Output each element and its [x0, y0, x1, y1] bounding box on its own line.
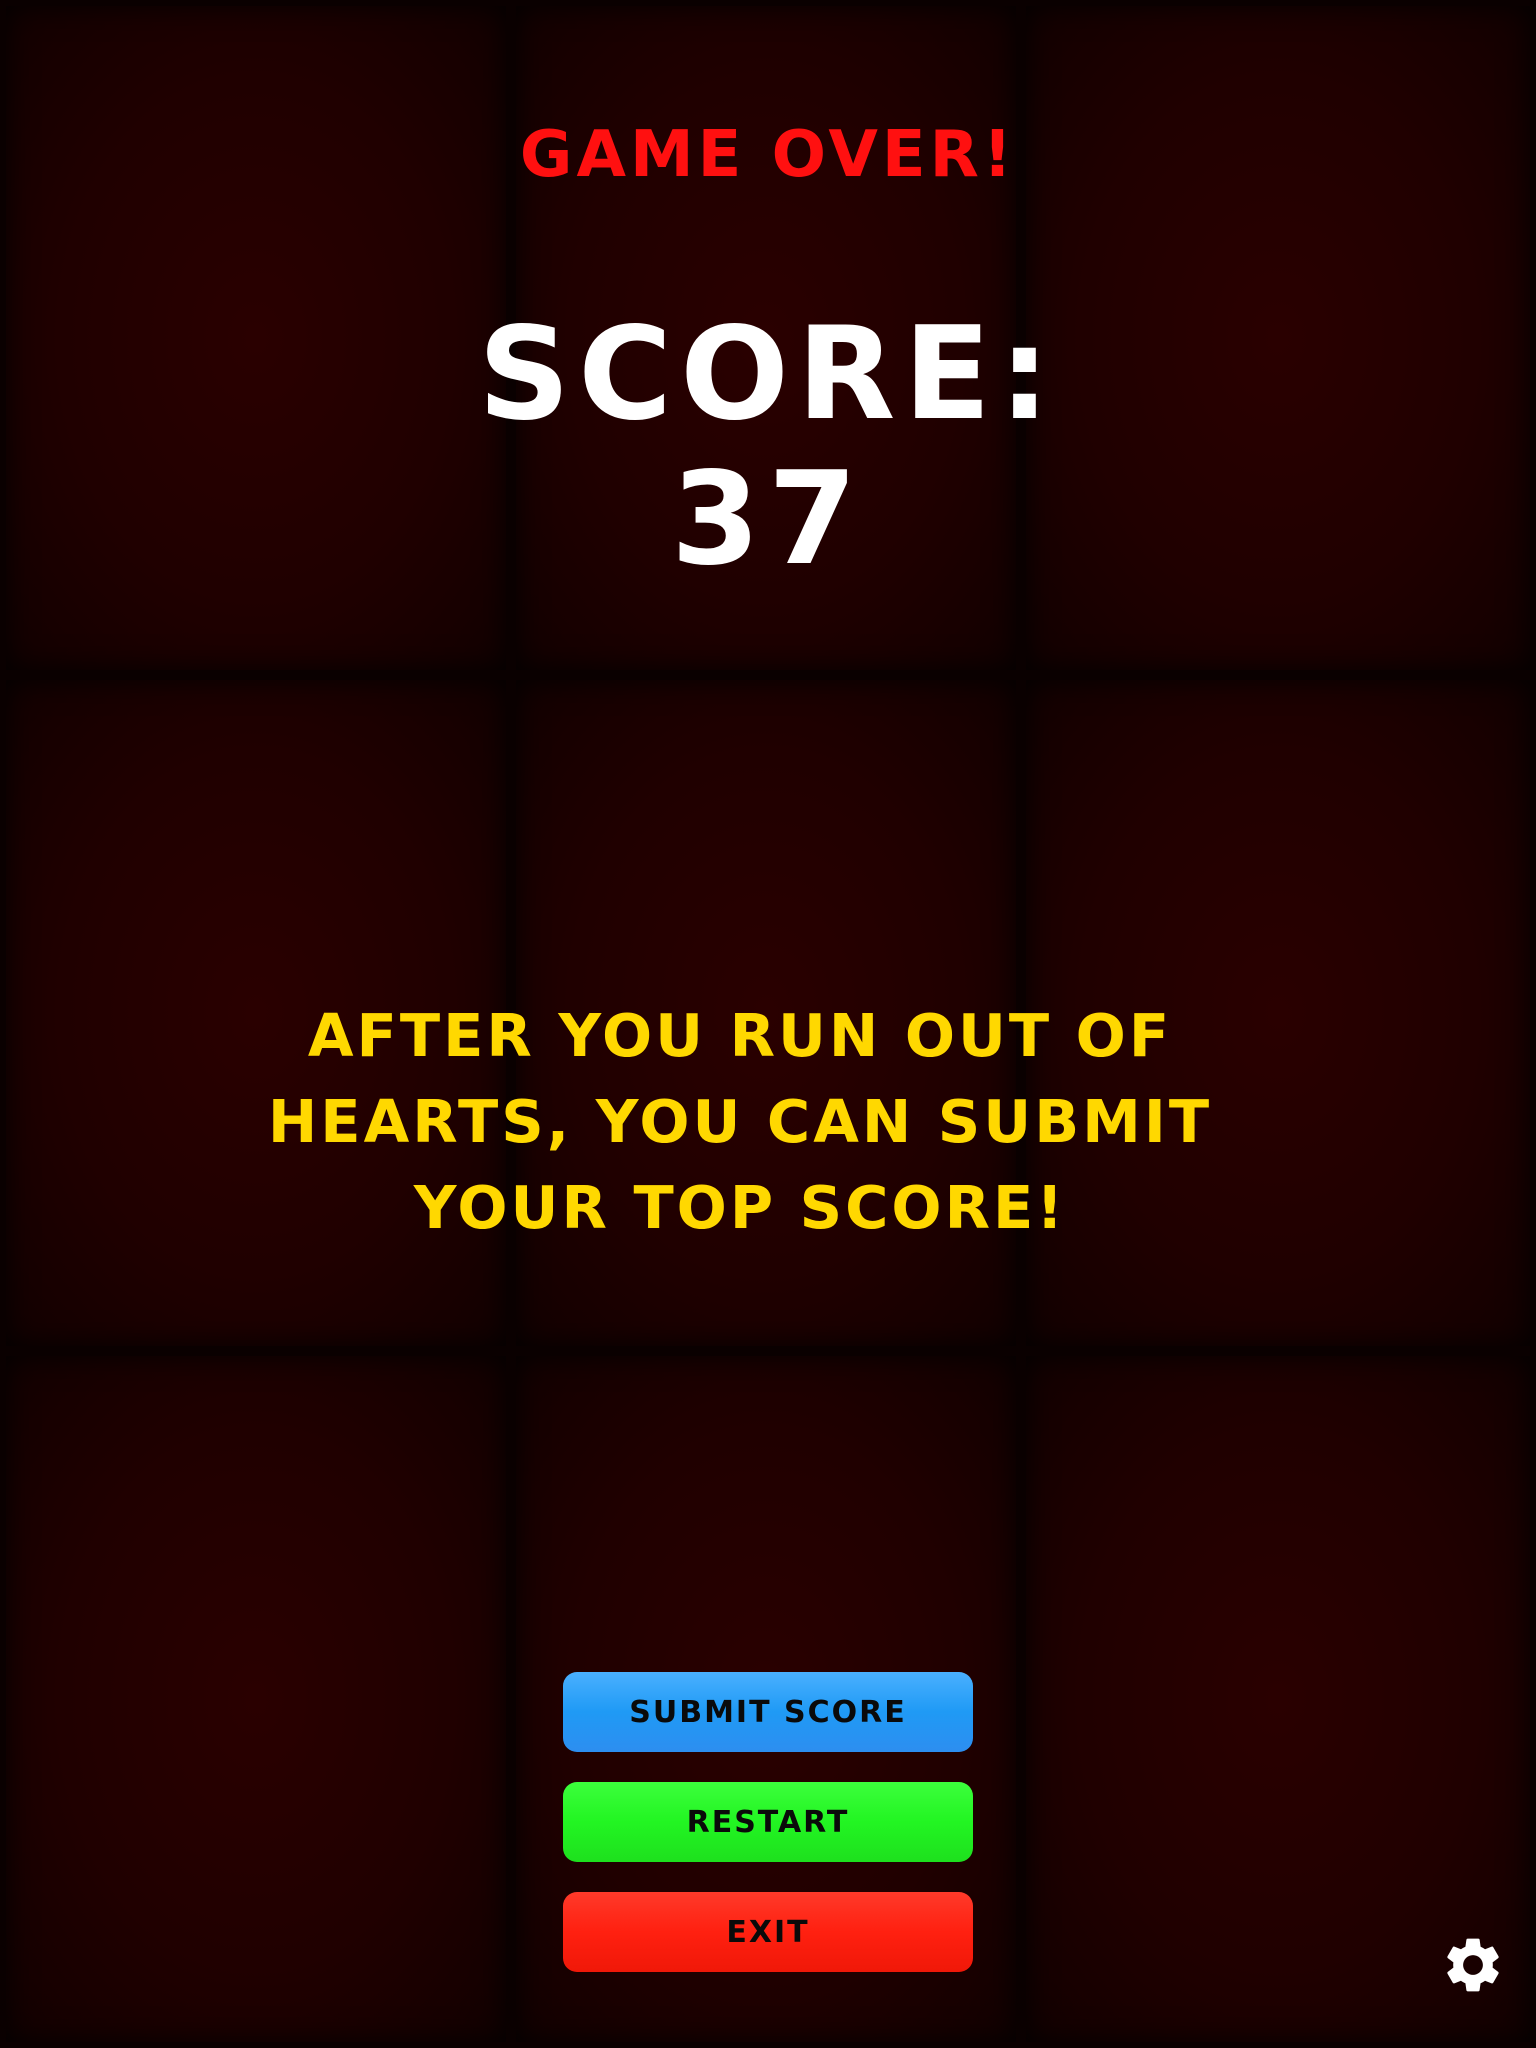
score-value: 37 [670, 445, 866, 594]
game-over-screen: GAME OVER! SCORE: 37 AFTER YOU RUN OUT O… [0, 0, 1536, 2048]
restart-button[interactable]: RESTART [563, 1782, 973, 1862]
info-message: AFTER YOU RUN OUT OF HEARTS, YOU CAN SUB… [267, 1001, 1213, 1242]
gear-icon[interactable] [1440, 1932, 1506, 1998]
exit-button[interactable]: EXIT [563, 1892, 973, 1972]
score-label: SCORE: [477, 300, 1059, 449]
background-tile [6, 1356, 506, 2042]
gear-icon-graphic [1447, 1938, 1499, 1992]
submit-score-button[interactable]: SUBMIT SCORE [563, 1672, 973, 1752]
game-over-title: GAME OVER! [519, 118, 1017, 192]
